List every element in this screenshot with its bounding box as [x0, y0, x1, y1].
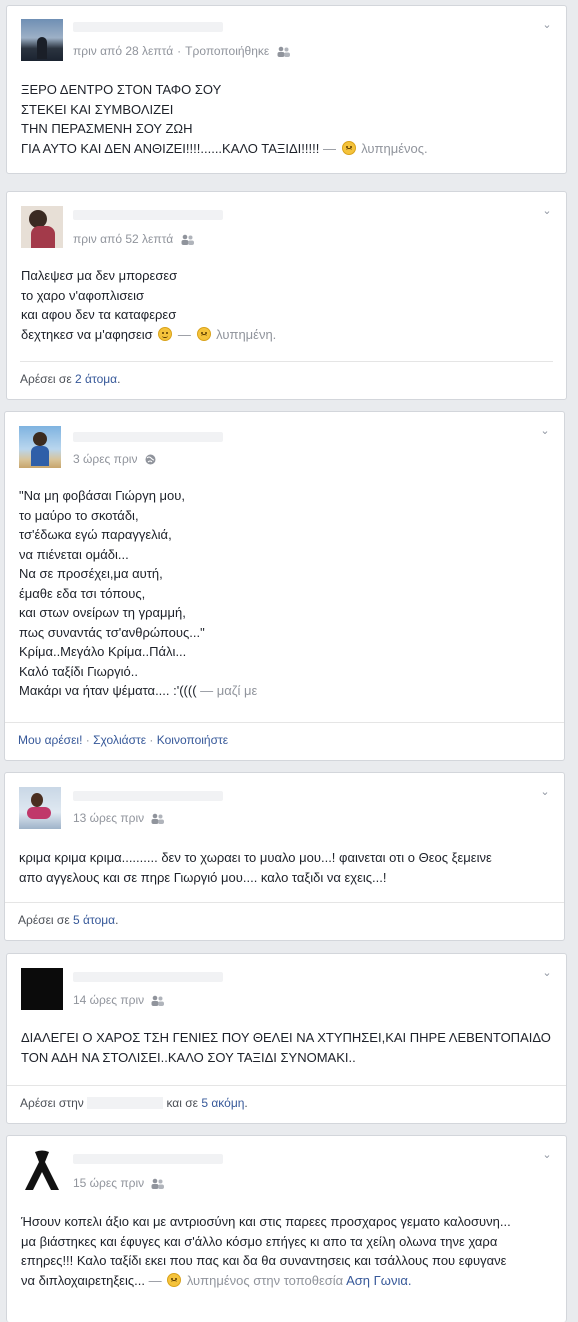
avatar[interactable]: [21, 968, 63, 1010]
timestamp[interactable]: 3 ώρες πριν: [73, 452, 137, 466]
author-name[interactable]: [73, 1154, 223, 1164]
like-button[interactable]: Μου αρέσει!: [18, 733, 82, 747]
post-meta: πριν από 52 λεπτά: [73, 232, 194, 248]
author-name[interactable]: [73, 432, 223, 442]
post-text: "Να μη φοβάσαι Γιώργη μου, το μαύρο το σ…: [19, 488, 258, 698]
chevron-down-icon[interactable]: ⌄: [538, 785, 552, 799]
feeling-label[interactable]: λυπημένος στην τοποθεσία: [187, 1273, 343, 1288]
post-2: ⌄ πριν από 52 λεπτά Παλεψεσ μα δεν μπορε…: [6, 191, 567, 400]
post-1: ⌄ πριν από 28 λεπτά · Τροποποιήθηκε ΞΕΡΟ Δ…: [6, 5, 567, 174]
post-text: ΞΕΡΟ ΔΕΝΤΡΟ ΣΤΟΝ ΤΑΦΟ ΣΟΥ ΣΤΕΚΕΙ ΚΑΙ ΣΥΜ…: [21, 82, 428, 156]
friends-icon[interactable]: [151, 1178, 165, 1192]
timestamp[interactable]: πριν από 52 λεπτά: [73, 232, 173, 246]
post-meta: πριν από 28 λεπτά · Τροποποιήθηκε: [73, 44, 290, 60]
timestamp[interactable]: πριν από 28 λεπτά: [73, 44, 173, 58]
with-label[interactable]: — μαζί με: [200, 683, 257, 698]
timestamp[interactable]: 14 ώρες πριν: [73, 993, 144, 1007]
likes-count-link[interactable]: 5 άτομα: [73, 913, 115, 927]
actions-bar: Μου αρέσει! · Σχολιάστε · Κοινοποιήστε: [5, 722, 564, 760]
chevron-down-icon[interactable]: ⌄: [538, 424, 552, 438]
post-3: ⌄ 3 ώρες πριν "Να μη φοβάσαι Γιώργη μου,…: [4, 411, 565, 761]
chevron-down-icon[interactable]: ⌄: [540, 18, 554, 32]
likes-count-link[interactable]: 2 άτομα: [75, 372, 117, 386]
post-text: Ήσουν κοπελι άξιο και με αντριοσύνη και …: [21, 1214, 511, 1288]
post-5: ⌄ 14 ώρες πριν ΔΙΑΛΕΓΕΙ Ο ΧΑΡΟΣ ΤΣΗ ΓΕΝΙ…: [6, 953, 567, 1124]
post-4: ⌄ 13 ώρες πριν κριμα κριμα κριμα........…: [4, 772, 565, 941]
post-text: Παλεψεσ μα δεν μπορεσεσ το χαρο ν'αφοπλι…: [21, 268, 277, 342]
chevron-down-icon[interactable]: ⌄: [540, 1148, 554, 1162]
friends-icon[interactable]: [151, 995, 165, 1009]
black-ribbon-icon: [25, 1150, 59, 1190]
friends-icon[interactable]: [151, 813, 165, 827]
friends-icon[interactable]: [277, 46, 290, 60]
comment-button[interactable]: Σχολιάστε: [93, 733, 146, 747]
edited-label[interactable]: Τροποποιήθηκε: [185, 44, 269, 58]
avatar[interactable]: [19, 787, 61, 829]
chevron-down-icon[interactable]: ⌄: [540, 966, 554, 980]
author-name[interactable]: [73, 210, 223, 220]
likes-bar: Αρέσει σε 5 άτομα.: [5, 902, 564, 940]
timestamp[interactable]: 15 ώρες πριν: [73, 1176, 144, 1190]
likes-count-link[interactable]: 5 ακόμη: [201, 1096, 244, 1110]
feeling-label[interactable]: λυπημένη.: [216, 327, 276, 342]
post-meta: 14 ώρες πριν: [73, 993, 165, 1009]
feeling-label[interactable]: λυπημένος.: [361, 141, 427, 156]
post-meta: 3 ώρες πριν: [73, 452, 156, 468]
likes-bar: Αρέσει σε 2 άτομα.: [20, 361, 553, 399]
author-name[interactable]: [73, 22, 223, 32]
author-name[interactable]: [73, 972, 223, 982]
friend-name-link[interactable]: [87, 1097, 164, 1109]
smile-emoji-icon: [158, 326, 173, 341]
chevron-down-icon[interactable]: ⌄: [540, 204, 554, 218]
post-text: κριμα κριμα κριμα.......... δεν το χωραε…: [19, 850, 492, 885]
post-meta: 13 ώρες πριν: [73, 811, 165, 827]
timestamp[interactable]: 13 ώρες πριν: [73, 811, 144, 825]
author-name[interactable]: [73, 791, 223, 801]
globe-icon[interactable]: [145, 454, 156, 468]
likes-bar: Αρέσει στην και σε 5 ακόμη.: [7, 1085, 566, 1123]
share-button[interactable]: Κοινοποιήστε: [157, 733, 228, 747]
avatar[interactable]: [19, 426, 61, 468]
post-text: ΔΙΑΛΕΓΕΙ Ο ΧΑΡΟΣ ΤΣΗ ΓΕΝΙΕΣ ΠΟΥ ΘΕΛΕΙ ΝΑ…: [21, 1030, 551, 1065]
place-link[interactable]: Αση Γωνια.: [346, 1273, 411, 1288]
friends-icon[interactable]: [181, 234, 194, 248]
avatar[interactable]: [21, 206, 63, 248]
avatar[interactable]: [21, 19, 63, 61]
sad-emoji-icon: [167, 1272, 182, 1287]
avatar[interactable]: [21, 1150, 63, 1192]
sad-emoji-icon: [196, 326, 211, 341]
post-6: ⌄ 15 ώρες πριν Ήσουν κοπελι άξιο και με …: [6, 1135, 567, 1322]
post-meta: 15 ώρες πριν: [73, 1176, 165, 1192]
sad-emoji-icon: [341, 140, 356, 155]
